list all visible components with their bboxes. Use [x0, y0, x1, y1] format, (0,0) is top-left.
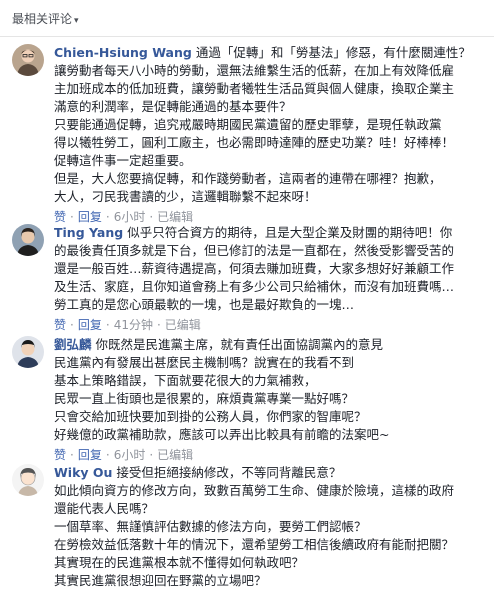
comment-text-line: 勞工真的是您心頭最軟的一塊，也是最好欺負的一塊… [54, 297, 355, 312]
comment-text-line: 還能代表人民嗎？ [54, 501, 155, 516]
comment-author[interactable]: Ting Yang [54, 225, 123, 240]
comment-text-line: 促轉這件事一定超重要。 [54, 153, 192, 168]
comment-text-line: 只會交給加班快要加到掛的公務人員，你們家的智庫呢？ [54, 409, 367, 424]
comment-text-line: 好幾億的政黨補助款，應該可以弄出比較具有前瞻的法案吧~ [54, 427, 390, 442]
edited-label[interactable]: 已编辑 [157, 448, 193, 462]
comment-text-line: 主加班成本的低加班費，讓勞動者犧牲生活品質與個人健康，換取企業主 [54, 81, 455, 96]
comment-text-line: 通過「促轉」和「勞基法」修惡，有什麼關連性？ [195, 45, 471, 60]
edited-label[interactable]: 已编辑 [157, 210, 193, 224]
comments-header: 最相关评论 ▾ [0, 0, 494, 37]
sort-label: 最相关评论 [12, 11, 73, 26]
comment-content: 劉弘麟 你既然是民進黨主席，就有責任出面協調黨內的意見 民進黨內有發展出甚麼民主… [54, 336, 486, 464]
comment-content: Chien-Hsiung Wang 通過「促轉」和「勞基法」修惡，有什麼關連性？… [54, 44, 486, 226]
comment-content: Ting Yang 似乎只符合資方的期待，且是大型企業及財團的期待吧！你 的最後… [54, 224, 486, 334]
avatar[interactable] [12, 464, 44, 496]
reply-button[interactable]: 回复 [78, 210, 102, 224]
avatar[interactable] [12, 44, 44, 76]
comment-text-line: 但是，大人您要搞促轉，和作踐勞動者，這兩者的連帶在哪裡？抱歉， [54, 171, 442, 186]
comment-text-line: 民進黨內有發展出甚麼民主機制嗎？說實在的我看不到 [54, 355, 355, 370]
sort-dropdown[interactable]: 最相关评论 ▾ [12, 10, 79, 27]
comment-text-line: 的最後責任頂多就是下台，但已修訂的法是一直都在，然後受影響受苦的 [54, 243, 455, 258]
reply-button[interactable]: 回复 [78, 448, 102, 462]
timestamp[interactable]: 41分钟 [114, 318, 153, 332]
avatar[interactable] [12, 224, 44, 256]
comment-actions: 赞 · 回复 · 41分钟 · 已编辑 [54, 318, 201, 332]
comment-text-line: 接受但拒絕接納修改，不等同背離民意？ [116, 465, 342, 480]
comment-text-line: 如此傾向資方的修改方向，致數百萬勞工生命、健康於險境，這樣的政府 [54, 483, 455, 498]
comment-actions: 赞 · 回复 · 6小时 · 已编辑 [54, 448, 194, 462]
comment-author[interactable]: Chien-Hsiung Wang [54, 45, 192, 60]
timestamp[interactable]: 6小时 [114, 210, 146, 224]
comment-text-line: 其實民進黨很想迎回在野黨的立場吧？ [54, 573, 267, 588]
comment-text-line: 滿意的利潤率，是促轉能通過的基本要件？ [54, 99, 292, 114]
comment-text-line: 其實現在的民進黨根本就不懂得如何執政吧？ [54, 555, 305, 570]
comment-text-line: 似乎只符合資方的期待，且是大型企業及財團的期待吧！你 [127, 225, 453, 240]
comment-text-line: 還是一般百姓…薪資待遇提高，何須去賺加班費，大家多想好好兼顧工作 [54, 261, 455, 276]
comment-text-line: 只要能通過促轉，追究戒嚴時期國民黨遺留的歷史罪孽，是現任執政黨 [54, 117, 442, 132]
like-button[interactable]: 赞 [54, 448, 66, 462]
comment-text-line: 基本上策略錯誤，下面就要花很大的力氣補救， [54, 373, 317, 388]
comment-author[interactable]: 劉弘麟 [54, 337, 92, 352]
reply-button[interactable]: 回复 [78, 318, 102, 332]
comment-text-line: 得以犧牲勞工，圓利工廠主，也必需即時達陣的歷史功業？哇！好棒棒！ [54, 135, 455, 150]
comment-text-line: 你既然是民進黨主席，就有責任出面協調黨內的意見 [95, 337, 384, 352]
avatar[interactable] [12, 336, 44, 368]
comment-text-line: 一個草率、無謹慎評估數據的修法方向，要勞工們認帳？ [54, 519, 367, 534]
comment-text-line: 及生活、家庭，且你知道會務上有多少公司只給補休，而沒有加班費嗎… [54, 279, 455, 294]
chevron-down-icon: ▾ [74, 15, 79, 26]
edited-label[interactable]: 已编辑 [165, 318, 201, 332]
comment-text-line: 大人，刁民我書讀的少，這邏輯聯繫不起來呀！ [54, 189, 317, 204]
comment-text-line: 讓勞動者每天八小時的勞動，還無法維繫生活的低薪，在加上有效降低雇 [54, 63, 455, 78]
like-button[interactable]: 赞 [54, 210, 66, 224]
comment-text-line: 在勞檢效益低落數十年的情況下，還希望勞工相信後續政府有能耐把關？ [54, 537, 455, 552]
like-button[interactable]: 赞 [54, 318, 66, 332]
comment-content: Wiky Ou 接受但拒絕接納修改，不等同背離民意？ 如此傾向資方的修改方向，致… [54, 464, 486, 590]
comment-author[interactable]: Wiky Ou [54, 465, 112, 480]
timestamp[interactable]: 6小时 [114, 448, 146, 462]
comment-text-line: 民眾一直上街頭也是很累的，麻煩貴黨專業一點好嗎？ [54, 391, 355, 406]
